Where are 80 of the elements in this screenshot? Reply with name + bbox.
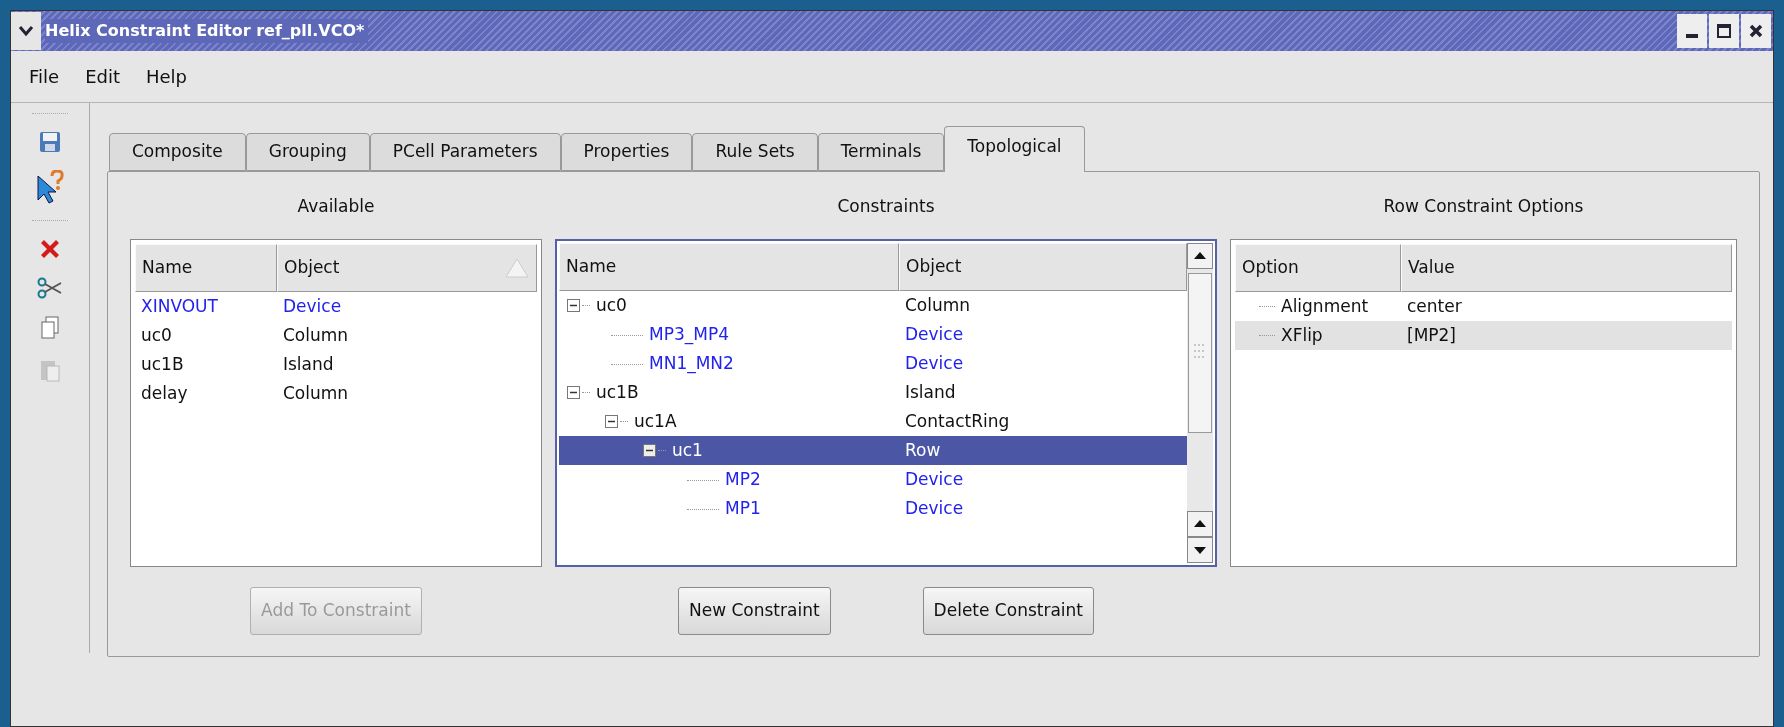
collapse-icon[interactable]: [567, 299, 580, 312]
table-cell-text: Device: [904, 496, 965, 520]
table-cell-text: ContactRing: [904, 409, 1011, 433]
column-header[interactable]: Option: [1235, 244, 1401, 292]
tree-label: uc1B: [596, 380, 639, 404]
column-header[interactable]: Object: [899, 243, 1187, 291]
tree-row[interactable]: MP3_MP4 Device: [559, 320, 1187, 349]
tree-row[interactable]: MP1 Device: [559, 494, 1187, 523]
collapse-icon[interactable]: [567, 386, 580, 399]
tree-row[interactable]: uc0 Column: [559, 291, 1187, 320]
table-cell-text: Column: [282, 381, 350, 405]
tree-row[interactable]: MP2 Device: [559, 465, 1187, 494]
table-cell-text: Device: [904, 322, 965, 346]
table-cell-text: Row: [904, 438, 942, 462]
table-cell-text: Column: [904, 293, 972, 317]
tab[interactable]: Grouping: [245, 133, 370, 171]
tree-row[interactable]: uc1 Row: [559, 436, 1187, 465]
table-cell-text: Island: [904, 380, 957, 404]
table-cell-text: Column: [282, 323, 350, 347]
table-cell-text: delay: [140, 381, 189, 405]
scroll-up-icon[interactable]: [1187, 243, 1213, 269]
cut-icon[interactable]: [37, 277, 63, 299]
tab[interactable]: Properties: [560, 133, 693, 171]
option-row[interactable]: Alignment center: [1235, 292, 1732, 321]
tab[interactable]: Terminals: [817, 133, 945, 171]
table-cell-text: Device: [282, 294, 343, 318]
tab[interactable]: Composite: [109, 133, 246, 171]
scroll-up-icon[interactable]: [1187, 511, 1213, 537]
table-cell-text: uc1B: [140, 352, 185, 376]
column-header[interactable]: Name: [559, 243, 899, 291]
close-button[interactable]: [1741, 14, 1771, 48]
column-header[interactable]: Value: [1401, 244, 1732, 292]
table-cell-text: Device: [904, 467, 965, 491]
tree-label: MP3_MP4: [649, 322, 729, 347]
collapse-icon[interactable]: [605, 415, 618, 428]
column-header[interactable]: Object: [277, 244, 537, 292]
table-cell-text: Island: [282, 352, 335, 376]
scroll-down-icon[interactable]: [1187, 537, 1213, 563]
section-title: Row Constraint Options: [1383, 195, 1584, 218]
tree-label: MP1: [725, 496, 761, 520]
option-row[interactable]: XFlip [MP2]: [1235, 321, 1732, 350]
tree-label: MP2: [725, 467, 761, 491]
tree-label: uc1A: [634, 409, 677, 433]
chevron-down-icon: [18, 25, 34, 37]
menu-item[interactable]: Edit: [85, 63, 120, 90]
table-cell-text: XINVOUT: [140, 294, 219, 318]
tab[interactable]: Topological: [944, 126, 1085, 172]
table-cell-text: Alignment: [1281, 294, 1369, 318]
close-icon: [1748, 23, 1764, 39]
action-button[interactable]: Delete Constraint: [922, 587, 1094, 635]
tree-label: uc1: [672, 438, 703, 462]
maximize-icon: [1716, 23, 1732, 39]
table-cell-text: Device: [904, 351, 965, 375]
action-button[interactable]: New Constraint: [678, 587, 831, 635]
collapse-icon[interactable]: [643, 444, 656, 457]
table-cell-text: XFlip: [1281, 323, 1323, 347]
window-title: Helix Constraint Editor ref_pll.VCO*: [45, 19, 369, 43]
column-header[interactable]: Name: [135, 244, 277, 292]
menu-item[interactable]: File: [29, 63, 60, 90]
scrollbar[interactable]: [1187, 243, 1213, 563]
tree-row[interactable]: MN1_MN2 Device: [559, 349, 1187, 378]
minimize-icon: [1686, 34, 1698, 38]
window-menu-button[interactable]: [11, 12, 41, 50]
table-cell-text: uc0: [140, 323, 173, 347]
tree-row[interactable]: uc1B Island: [559, 378, 1187, 407]
table-cell-text: center: [1406, 294, 1463, 318]
tree-label: MN1_MN2: [649, 351, 734, 376]
tab[interactable]: PCell Parameters: [369, 133, 561, 171]
section-title: Available: [297, 195, 375, 218]
maximize-button[interactable]: [1709, 14, 1739, 48]
help-pointer-icon[interactable]: [35, 170, 65, 204]
tab[interactable]: Rule Sets: [692, 133, 818, 171]
table-cell-text: [MP2]: [1406, 323, 1457, 347]
section-title: Constraints: [837, 195, 935, 218]
sort-triangle-icon: [504, 257, 530, 279]
save-icon[interactable]: [38, 130, 62, 154]
tree-row[interactable]: uc1A ContactRing: [559, 407, 1187, 436]
minimize-button[interactable]: [1677, 14, 1707, 48]
tree-label: uc0: [596, 293, 627, 317]
menu-item[interactable]: Help: [146, 63, 188, 90]
